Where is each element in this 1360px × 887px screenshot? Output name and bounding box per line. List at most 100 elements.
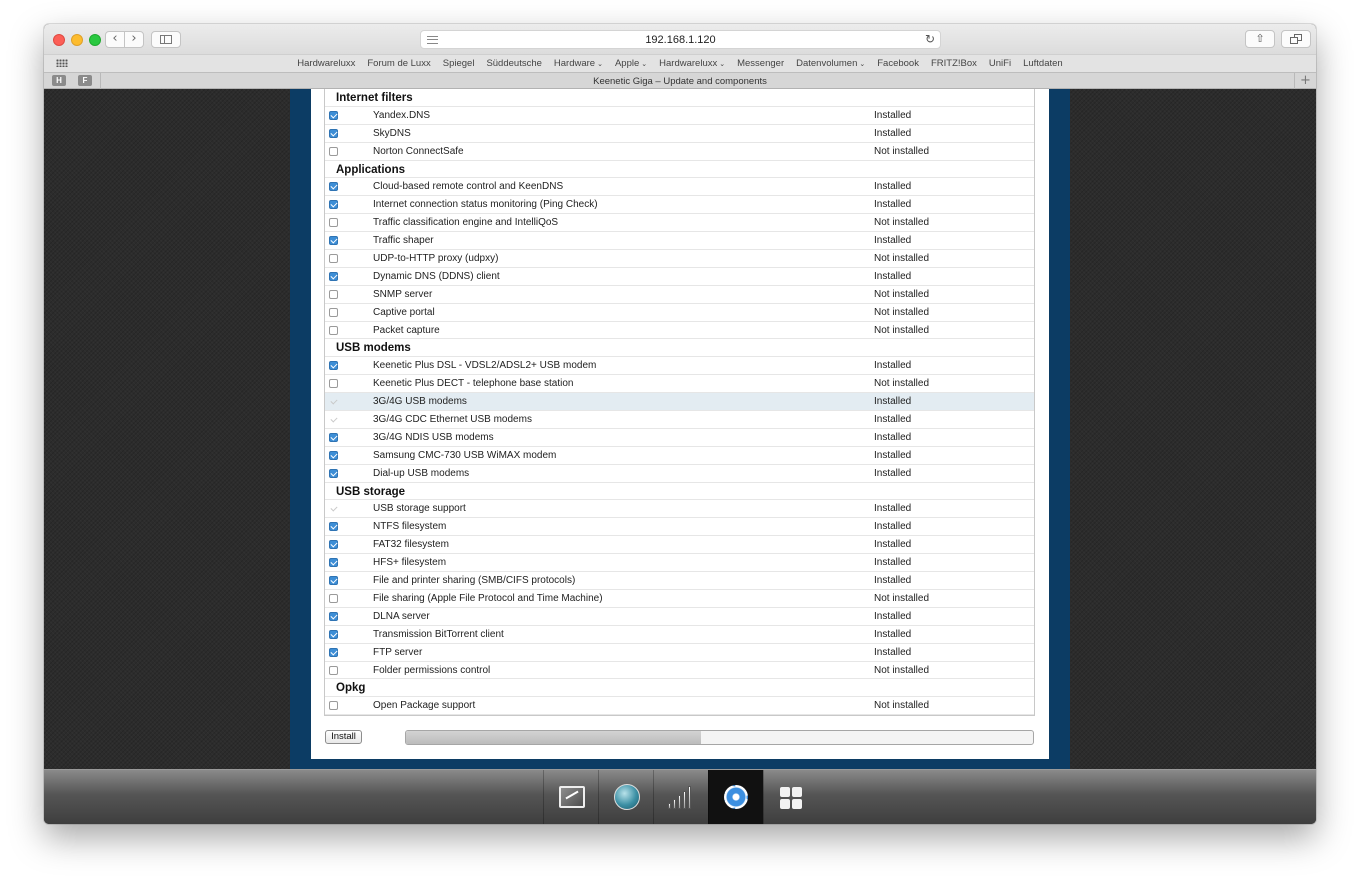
component-name: Samsung CMC-730 USB WiMAX modem: [373, 449, 557, 461]
section-title: Opkg: [336, 682, 366, 695]
sidebar-toggle-button[interactable]: [151, 31, 181, 48]
favorite-link[interactable]: Datenvolumen ⌄: [796, 58, 865, 69]
url-text[interactable]: 192.168.1.120: [421, 34, 940, 46]
component-checkbox[interactable]: [329, 432, 338, 442]
favorite-label: Süddeutsche: [486, 58, 542, 69]
component-checkbox[interactable]: [329, 701, 338, 711]
component-row: Cloud-based remote control and KeenDNS In…: [325, 178, 1034, 197]
section-header: USB storage: [325, 483, 1034, 501]
favorite-link[interactable]: FRITZ!Box: [931, 58, 977, 69]
component-checkbox[interactable]: [329, 361, 338, 371]
minimize-window-button[interactable]: [71, 34, 83, 46]
dock-gear-button[interactable]: [708, 770, 763, 824]
favorite-link[interactable]: Spiegel: [443, 58, 475, 69]
component-status: Not installed: [874, 253, 930, 265]
component-row: Folder permissions control Not installed: [325, 662, 1034, 680]
section-title: USB modems: [336, 342, 411, 355]
section-header: Opkg: [325, 679, 1034, 698]
favorite-label: Apple: [614, 58, 640, 69]
favorite-link[interactable]: Messenger: [737, 58, 784, 69]
component-name: Packet capture: [373, 324, 440, 336]
component-checkbox: [329, 415, 338, 424]
address-bar[interactable]: 192.168.1.120 ↻: [420, 30, 941, 49]
favorite-link[interactable]: Süddeutsche: [486, 58, 541, 69]
component-checkbox[interactable]: [329, 576, 338, 586]
component-name: Internet connection status monitoring (P…: [373, 199, 598, 211]
favorite-label: FRITZ!Box: [930, 58, 977, 69]
component-row: SkyDNS Installed: [325, 125, 1034, 143]
favorite-link[interactable]: UniFi: [989, 58, 1011, 69]
component-checkbox[interactable]: [329, 110, 338, 120]
component-row: Packet capture Not installed: [325, 322, 1034, 340]
component-status: Installed: [874, 449, 912, 461]
favorite-link[interactable]: Apple ⌄: [615, 58, 647, 69]
component-row: 3G/4G NDIS USB modems Installed: [325, 429, 1034, 447]
share-button[interactable]: ⇧: [1245, 30, 1275, 48]
component-checkbox[interactable]: [329, 611, 338, 621]
component-checkbox[interactable]: [329, 146, 338, 156]
dock-signal-bars-button[interactable]: [653, 770, 708, 824]
favorite-label: Forum de Luxx: [367, 58, 431, 69]
component-status: Not installed: [874, 145, 930, 157]
forward-button[interactable]: ›: [124, 31, 144, 48]
component-name: Cloud-based remote control and KeenDNS: [373, 181, 564, 193]
component-checkbox: [329, 397, 338, 406]
active-tab-title[interactable]: Keenetic Giga – Update and components: [44, 76, 1316, 87]
favorite-label: Luftdaten: [1023, 58, 1063, 69]
chevron-down-icon: ⌄: [641, 61, 648, 68]
install-progress-bar: [405, 730, 1034, 745]
favorite-link[interactable]: Hardware ⌄: [554, 58, 603, 69]
component-checkbox[interactable]: [329, 325, 338, 335]
favorite-label: Messenger: [737, 58, 785, 69]
component-checkbox[interactable]: [329, 379, 338, 389]
monitor-icon: [559, 786, 585, 808]
component-checkbox[interactable]: [329, 647, 338, 657]
component-checkbox[interactable]: [329, 558, 338, 568]
component-checkbox[interactable]: [329, 468, 338, 478]
component-name: File and printer sharing (SMB/CIFS proto…: [373, 575, 576, 587]
component-checkbox[interactable]: [329, 629, 338, 639]
component-row: FAT32 filesystem Installed: [325, 536, 1034, 555]
dock-grid-button[interactable]: [763, 770, 818, 824]
dock-globe-button[interactable]: [598, 770, 653, 824]
component-checkbox[interactable]: [329, 271, 338, 281]
component-name: Transmission BitTorrent client: [373, 628, 504, 640]
component-checkbox[interactable]: [329, 307, 338, 317]
component-checkbox[interactable]: [329, 522, 338, 532]
component-name: FTP server: [373, 646, 423, 658]
favorite-link[interactable]: Forum de Luxx: [367, 58, 430, 69]
tab-overview-button[interactable]: [1281, 30, 1311, 48]
favorite-link[interactable]: Facebook: [877, 58, 919, 69]
component-name: DLNA server: [373, 610, 430, 622]
component-checkbox[interactable]: [329, 128, 338, 138]
back-button[interactable]: ‹: [105, 31, 125, 48]
new-tab-button[interactable]: +: [1294, 73, 1316, 89]
component-checkbox[interactable]: [329, 289, 338, 299]
component-checkbox[interactable]: [329, 254, 338, 264]
component-checkbox[interactable]: [329, 593, 338, 603]
favorite-link[interactable]: Luftdaten: [1023, 58, 1063, 69]
favorite-link[interactable]: Hardwareluxx ⌄: [659, 58, 725, 69]
web-content: Internet filters Yandex.DNS Installed SkyDN…: [44, 89, 1316, 769]
component-row: Samsung CMC-730 USB WiMAX modem Installed: [325, 447, 1034, 465]
component-status: Installed: [874, 646, 912, 658]
component-row: Traffic classification engine and Intell…: [325, 214, 1034, 233]
reload-icon[interactable]: ↻: [925, 32, 935, 46]
component-checkbox[interactable]: [329, 665, 338, 675]
component-checkbox[interactable]: [329, 540, 338, 550]
zoom-window-button[interactable]: [89, 34, 101, 46]
close-window-button[interactable]: [53, 34, 65, 46]
component-checkbox[interactable]: [329, 450, 338, 460]
component-status: Installed: [874, 628, 912, 640]
install-button[interactable]: Install: [325, 730, 362, 744]
component-status: Installed: [874, 181, 912, 193]
component-row: File sharing (Apple File Protocol and Ti…: [325, 590, 1034, 608]
component-row: Yandex.DNS Installed: [325, 107, 1034, 125]
grid-icon: [780, 787, 802, 809]
component-checkbox[interactable]: [329, 182, 338, 192]
component-checkbox[interactable]: [329, 218, 338, 228]
favorite-link[interactable]: Hardwareluxx: [297, 58, 355, 69]
component-checkbox[interactable]: [329, 200, 338, 210]
dock-monitor-button[interactable]: [543, 770, 598, 824]
component-checkbox[interactable]: [329, 236, 338, 246]
